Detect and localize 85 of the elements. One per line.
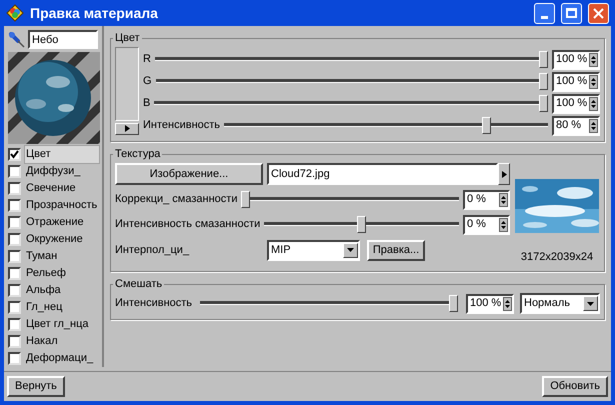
spinner-arrows-icon[interactable]: [589, 118, 598, 132]
checkbox[interactable]: [8, 335, 21, 348]
play-icon: [124, 125, 130, 132]
slider-thumb[interactable]: [482, 117, 492, 134]
slider[interactable]: [156, 73, 548, 90]
close-button[interactable]: [588, 2, 609, 24]
group-title: Текстура: [114, 147, 162, 162]
channel-item[interactable]: Туман: [24, 247, 102, 266]
slider-label: Интенсивность смазанности: [115, 217, 260, 232]
pin-icon[interactable]: [8, 32, 26, 48]
checkbox[interactable]: [8, 182, 21, 195]
slider-thumb[interactable]: [539, 73, 548, 90]
slider-label: Коррекци_ смазанности: [115, 192, 238, 208]
play-button[interactable]: [498, 163, 510, 185]
checkbox[interactable]: [8, 352, 21, 365]
slider-label: B: [143, 96, 150, 112]
slider[interactable]: [224, 117, 548, 134]
close-icon: [593, 8, 604, 18]
spinner-arrows-icon[interactable]: [589, 52, 598, 66]
checkbox[interactable]: [8, 233, 21, 246]
spinner-arrows-icon[interactable]: [589, 74, 598, 88]
checkbox[interactable]: [8, 216, 21, 229]
slider-thumb[interactable]: [449, 295, 458, 312]
spin-field[interactable]: 100 %: [552, 94, 600, 114]
slider-thumb[interactable]: [539, 95, 548, 112]
spinner-arrows-icon[interactable]: [589, 96, 598, 110]
image-size-label: 3172x2039x24: [520, 250, 594, 264]
update-button[interactable]: Обновить: [542, 376, 608, 397]
edit-button[interactable]: Правка...: [367, 240, 425, 260]
slider[interactable]: [154, 95, 548, 112]
play-icon: [502, 170, 506, 178]
channel-item[interactable]: Диффузи_: [24, 162, 102, 181]
slider[interactable]: [264, 216, 459, 233]
checkbox[interactable]: [8, 301, 21, 314]
app-icon: [6, 4, 24, 22]
channel-item[interactable]: Альфа: [24, 281, 102, 300]
minimize-button[interactable]: [534, 2, 555, 24]
slider-thumb[interactable]: [357, 216, 366, 233]
slider-thumb[interactable]: [241, 191, 250, 208]
slider-label: G: [143, 74, 152, 90]
checkbox[interactable]: [8, 250, 21, 263]
spin-field[interactable]: 100 %: [466, 294, 514, 314]
channel-item[interactable]: Прозрачность: [24, 196, 102, 215]
interpolation-dropdown[interactable]: MIP: [267, 240, 360, 260]
slider[interactable]: [200, 295, 458, 312]
spinner-arrows-icon[interactable]: [503, 296, 512, 310]
channel-item[interactable]: Цвет гл_нца: [24, 315, 102, 334]
channel-item[interactable]: Деформаци_: [24, 349, 102, 368]
channel-item[interactable]: Рельеф: [24, 264, 102, 283]
slider-label: Интенсивность: [143, 118, 220, 134]
spin-field[interactable]: 80 %: [552, 116, 600, 136]
spin-field[interactable]: 100 %: [552, 72, 600, 92]
checkbox[interactable]: [8, 267, 21, 280]
maximize-button[interactable]: [561, 2, 582, 24]
play-button[interactable]: [115, 122, 139, 134]
group-title: Смешать: [114, 277, 164, 292]
slider[interactable]: [154, 51, 548, 68]
group-title: Цвет: [114, 31, 141, 46]
window-title: Правка материала: [30, 4, 159, 23]
checkbox[interactable]: [8, 318, 21, 331]
checkbox[interactable]: [8, 199, 21, 212]
file-field[interactable]: Cloud72.jpg: [267, 163, 498, 185]
spin-field[interactable]: 0 %: [463, 190, 510, 210]
checkbox[interactable]: [8, 165, 21, 178]
slider-thumb[interactable]: [539, 51, 548, 68]
revert-button[interactable]: Вернуть: [7, 376, 65, 397]
channel-item[interactable]: Окружение: [24, 230, 102, 249]
slider-label: R: [143, 52, 151, 68]
slider-label: Интенсивность: [115, 296, 192, 312]
channel-item[interactable]: Цвет: [24, 145, 100, 164]
spin-field[interactable]: 100 %: [552, 50, 600, 70]
channel-item[interactable]: Свечение: [24, 179, 102, 198]
spinner-arrows-icon[interactable]: [499, 192, 508, 206]
channel-item[interactable]: Отражение: [24, 213, 102, 232]
blend-mode-dropdown[interactable]: Нормаль: [520, 293, 600, 314]
checkbox[interactable]: [8, 284, 21, 297]
slider[interactable]: [241, 191, 459, 208]
interpolation-label: Интерпол_ци_: [115, 242, 190, 258]
checkbox[interactable]: [8, 148, 21, 161]
image-button[interactable]: Изображение...: [115, 163, 263, 185]
spinner-arrows-icon[interactable]: [499, 218, 508, 232]
channel-item[interactable]: Накал: [24, 332, 102, 351]
channel-item[interactable]: Гл_нец: [24, 298, 102, 317]
name-field[interactable]: Небо: [28, 30, 98, 49]
spin-field[interactable]: 0 %: [463, 214, 510, 234]
